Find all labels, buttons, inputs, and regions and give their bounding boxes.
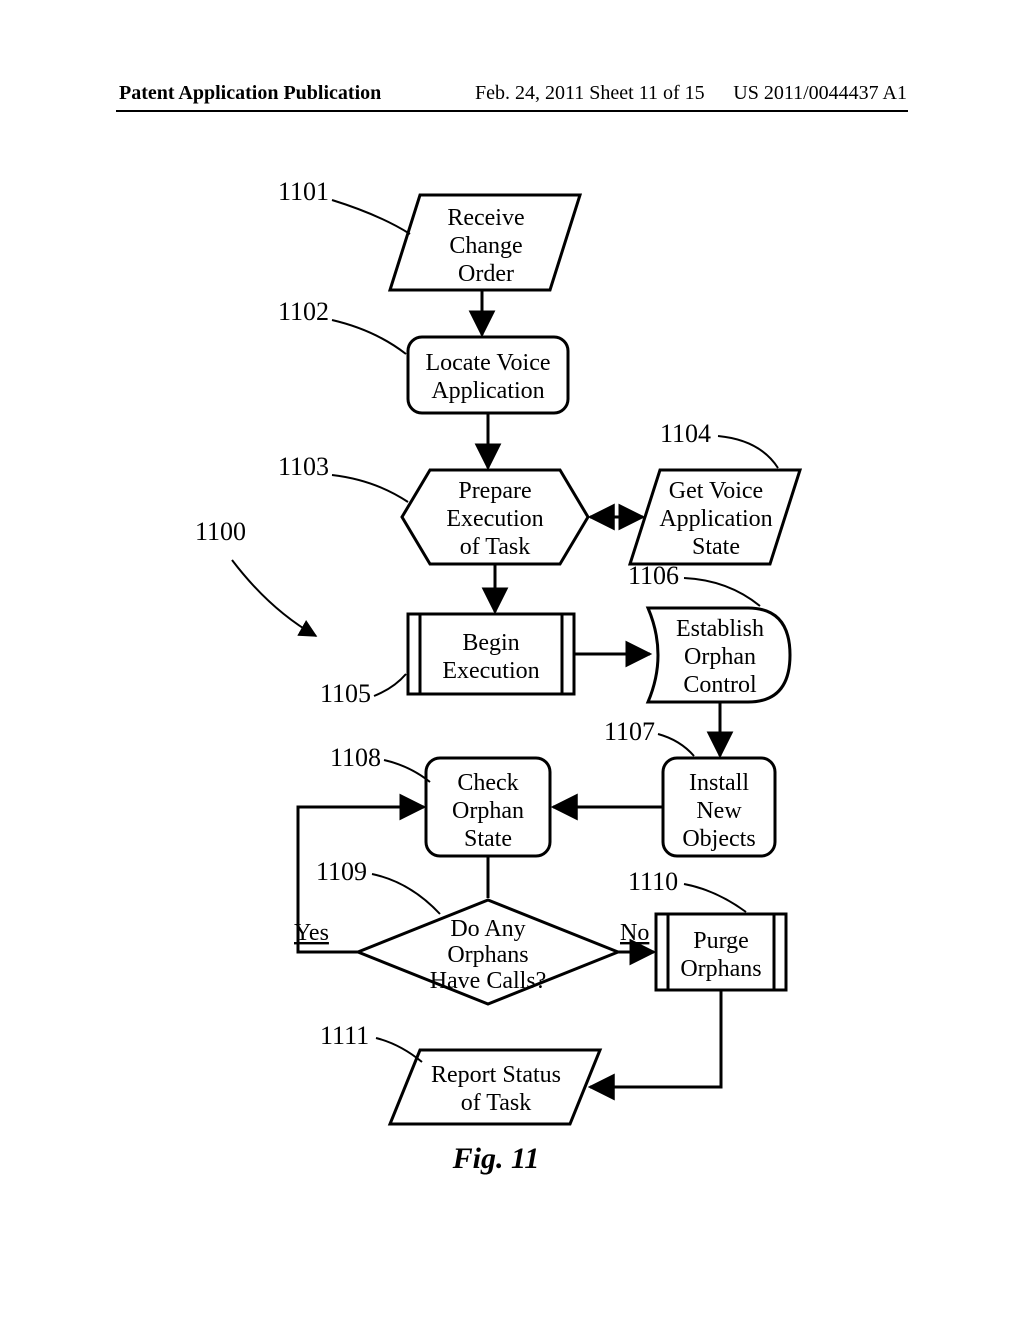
svg-text:1104: 1104 [660,419,711,448]
svg-text:1100: 1100 [195,517,246,546]
edge-label-no: No [620,920,649,946]
node-receive-change-order: Receive Change Order [390,195,580,290]
svg-text:Have Calls?: Have Calls? [430,968,547,994]
node-locate-voice-application: Locate Voice Application [408,337,568,413]
svg-text:Check: Check [457,770,518,796]
node-install-new-objects: Install New Objects [663,758,775,856]
svg-text:1103: 1103 [278,452,329,481]
svg-text:1110: 1110 [628,867,678,896]
figure-caption: Fig. 11 [452,1142,540,1175]
svg-text:Orphan: Orphan [452,798,524,824]
svg-text:Application: Application [431,378,544,404]
svg-text:1109: 1109 [316,857,367,886]
svg-text:1108: 1108 [330,743,381,772]
node-get-voice-application-state: Get Voice Application State [630,470,800,564]
node-check-orphan-state: Check Orphan State [426,758,550,856]
svg-text:Orphans: Orphans [447,942,528,968]
svg-text:1102: 1102 [278,297,329,326]
edge-label-yes: Yes [294,920,329,946]
svg-text:State: State [464,826,512,852]
flowchart-svg: Receive Change Order Locate Voice Applic… [0,0,1024,1320]
svg-text:State: State [692,534,740,560]
node-prepare-execution-of-task: Prepare Execution of Task [402,470,588,564]
svg-text:Report Status: Report Status [431,1062,561,1088]
svg-text:Order: Order [458,261,514,287]
svg-text:of Task: of Task [460,534,531,560]
svg-text:Objects: Objects [682,826,755,852]
svg-text:1101: 1101 [278,177,329,206]
svg-text:Purge: Purge [693,928,749,954]
node-purge-orphans: Purge Orphans [656,914,786,990]
svg-text:Orphans: Orphans [680,956,761,982]
svg-text:1105: 1105 [320,679,371,708]
node-establish-orphan-control: Establish Orphan Control [648,608,790,702]
svg-text:New: New [696,798,742,824]
svg-text:Establish: Establish [676,616,764,642]
svg-text:Locate Voice: Locate Voice [425,350,550,376]
svg-text:Control: Control [683,672,757,698]
svg-text:Prepare: Prepare [458,478,531,504]
svg-text:Execution: Execution [446,506,543,532]
svg-text:1111: 1111 [320,1021,369,1050]
svg-text:Orphan: Orphan [684,644,756,670]
svg-text:Execution: Execution [442,658,539,684]
svg-text:of Task: of Task [461,1090,532,1116]
svg-text:Get Voice: Get Voice [669,478,763,504]
node-do-any-orphans-have-calls: Do Any Orphans Have Calls? [358,900,618,1004]
node-begin-execution: Begin Execution [408,614,574,694]
svg-text:Do Any: Do Any [450,916,525,942]
svg-text:Receive: Receive [447,205,524,231]
svg-text:1107: 1107 [604,717,655,746]
svg-text:Install: Install [689,770,749,796]
svg-text:Begin: Begin [462,630,519,656]
svg-text:1106: 1106 [628,561,679,590]
svg-text:Change: Change [449,233,522,259]
svg-text:Application: Application [659,506,772,532]
